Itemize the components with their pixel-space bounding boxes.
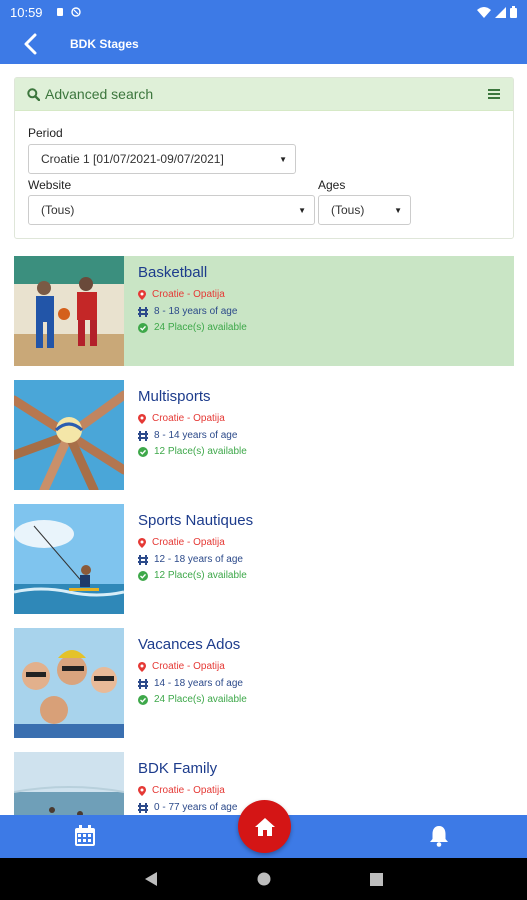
home-icon [254, 817, 275, 836]
ages-select-value: (Tous) [331, 203, 365, 217]
stage-ages: 8 - 18 years of age [138, 306, 237, 317]
stage-availability-text: 24 Place(s) available [154, 322, 247, 333]
map-pin-icon [138, 785, 146, 796]
map-pin-icon [138, 289, 146, 300]
stage-ages-text: 14 - 18 years of age [154, 678, 243, 689]
stage-ages: 12 - 18 years of age [138, 554, 243, 565]
stage-location: Croatie - Opatija [138, 661, 225, 672]
stage-availability-text: 12 Place(s) available [154, 446, 247, 457]
stage-title: Multisports [138, 388, 211, 405]
stage-ages: 0 - 77 years of age [138, 802, 237, 813]
data-saver-icon [70, 7, 81, 17]
stage-availability: 24 Place(s) available [138, 694, 247, 705]
website-label: Website [28, 178, 72, 192]
advanced-search-label: Advanced search [45, 86, 154, 102]
chevron-down-icon: ▼ [394, 206, 402, 215]
stage-title: BDK Family [138, 760, 218, 777]
advanced-search-panel: Advanced search Period Croatie 1 [01/07/… [14, 77, 514, 239]
map-pin-icon [138, 537, 146, 548]
home-button[interactable] [238, 800, 291, 853]
sim-icon [56, 8, 63, 16]
stage-availability: 24 Place(s) available [138, 322, 247, 333]
basketball-photo [14, 256, 124, 366]
stage-title: Vacances Ados [138, 636, 241, 653]
check-circle-icon [138, 570, 148, 581]
chevron-down-icon: ▼ [298, 206, 306, 215]
website-select-value: (Tous) [41, 203, 75, 217]
recents-square-icon[interactable] [370, 873, 383, 886]
search-icon [27, 87, 40, 101]
status-bar: 10:59 [0, 0, 527, 24]
back-button[interactable] [0, 24, 60, 64]
menu-icon[interactable] [487, 88, 501, 100]
system-nav-bar [0, 858, 527, 900]
stage-location: Croatie - Opatija [138, 785, 225, 796]
stage-list: Basketball Croatie - Opatija 8 - 18 year… [14, 256, 514, 876]
calendar-tab[interactable] [74, 825, 96, 852]
check-circle-icon [138, 446, 148, 457]
stage-ages-text: 8 - 14 years of age [154, 430, 238, 441]
stage-location: Croatie - Opatija [138, 413, 225, 424]
users-icon [138, 430, 148, 441]
stage-card-basketball[interactable]: Basketball Croatie - Opatija 8 - 18 year… [14, 256, 514, 366]
status-time: 10:59 [10, 4, 43, 20]
check-circle-icon [138, 694, 148, 705]
stage-location-text: Croatie - Opatija [152, 413, 225, 424]
stage-ages: 8 - 14 years of age [138, 430, 237, 441]
period-select-value: Croatie 1 [01/07/2021-09/07/2021] [41, 152, 224, 166]
stage-location: Croatie - Opatija [138, 289, 225, 300]
notifications-tab[interactable] [428, 825, 450, 852]
sports-nautiques-photo [14, 504, 124, 614]
stage-availability: 12 Place(s) available [138, 446, 247, 457]
stage-ages-text: 8 - 18 years of age [154, 306, 238, 317]
period-label: Period [28, 126, 63, 140]
users-icon [138, 678, 148, 689]
stage-card-sports-nautiques[interactable]: Sports Nautiques Croatie - Opatija 12 - … [14, 504, 514, 614]
bell-icon [430, 826, 448, 847]
vacances-ados-photo [14, 628, 124, 738]
users-icon [138, 554, 148, 565]
page-title: BDK Stages [70, 37, 139, 51]
users-icon [138, 306, 148, 317]
ages-select[interactable]: (Tous) ▼ [318, 195, 411, 225]
stage-title: Basketball [138, 264, 208, 281]
check-circle-icon [138, 322, 148, 333]
chevron-down-icon: ▼ [279, 155, 287, 164]
app-bar: BDK Stages [0, 24, 527, 64]
stage-card-vacances-ados[interactable]: Vacances Ados Croatie - Opatija 14 - 18 … [14, 628, 514, 738]
signal-icon [495, 6, 506, 18]
map-pin-icon [138, 661, 146, 672]
back-arrow-icon [24, 33, 37, 55]
multisports-photo [14, 380, 124, 490]
period-select[interactable]: Croatie 1 [01/07/2021-09/07/2021] ▼ [28, 144, 296, 174]
battery-icon [510, 6, 517, 18]
app-screen: 10:59 BDK Stages Advanced search Period … [0, 0, 527, 900]
stage-availability: 12 Place(s) available [138, 570, 247, 581]
calendar-icon [75, 825, 95, 846]
stage-location-text: Croatie - Opatija [152, 785, 225, 796]
stage-location-text: Croatie - Opatija [152, 661, 225, 672]
users-icon [138, 802, 148, 813]
stage-ages-text: 0 - 77 years of age [154, 802, 238, 813]
wifi-icon [477, 6, 491, 18]
map-pin-icon [138, 413, 146, 424]
stage-location-text: Croatie - Opatija [152, 537, 225, 548]
stage-location: Croatie - Opatija [138, 537, 225, 548]
home-circle-icon[interactable] [257, 872, 271, 886]
stage-availability-text: 24 Place(s) available [154, 694, 247, 705]
advanced-search-header[interactable]: Advanced search [15, 78, 513, 111]
stage-availability-text: 12 Place(s) available [154, 570, 247, 581]
stage-card-multisports[interactable]: Multisports Croatie - Opatija 8 - 14 yea… [14, 380, 514, 490]
back-triangle-icon[interactable] [144, 871, 158, 887]
stage-title: Sports Nautiques [138, 512, 254, 529]
stage-ages: 14 - 18 years of age [138, 678, 243, 689]
ages-label: Ages [318, 178, 346, 192]
stage-ages-text: 12 - 18 years of age [154, 554, 243, 565]
website-select[interactable]: (Tous) ▼ [28, 195, 315, 225]
stage-location-text: Croatie - Opatija [152, 289, 225, 300]
